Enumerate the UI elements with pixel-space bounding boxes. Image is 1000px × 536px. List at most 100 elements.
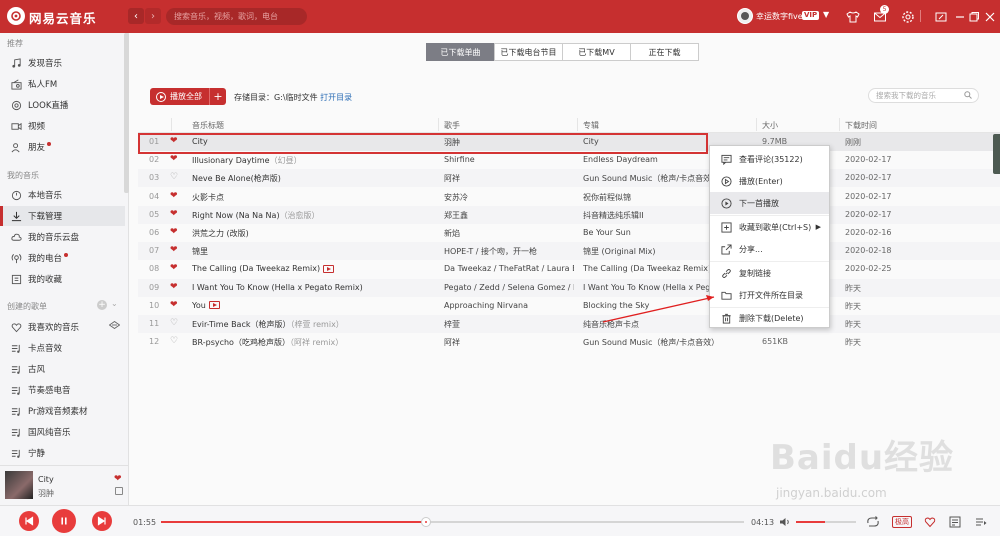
mini-mode-icon[interactable]	[934, 9, 948, 23]
chevron-down-icon[interactable]: ⌄	[111, 299, 118, 308]
heartbeat-icon[interactable]	[924, 516, 936, 528]
previous-button[interactable]	[19, 511, 39, 531]
sidebar-item-playlist[interactable]: 国风纯音乐	[0, 422, 125, 442]
column-header-download-time[interactable]: 下载时间	[845, 120, 877, 131]
artist-cell[interactable]: 羽肿	[444, 137, 574, 148]
artist-cell[interactable]: Shirfine	[444, 155, 574, 164]
sidebar-item-download-manager[interactable]: 下载管理	[0, 206, 125, 226]
menu-item-delete-download[interactable]: 删除下载(Delete)	[710, 307, 829, 329]
menu-item-view-comments[interactable]: 查看评论(35122)	[710, 148, 829, 170]
now-playing-artist[interactable]: 羽肿	[38, 488, 54, 499]
heart-icon[interactable]: ❤	[170, 154, 180, 164]
menu-item-add-to-playlist[interactable]: 收藏到歌单(Ctrl+S) ▶	[710, 216, 829, 238]
heart-icon[interactable]: ❤	[170, 191, 180, 201]
close-icon[interactable]	[983, 9, 997, 23]
heart-icon[interactable]: ❤	[170, 227, 180, 237]
heart-icon[interactable]: ❤	[170, 209, 180, 219]
table-row[interactable]: 03 ♡ Neve Be Alone(枪声版) 阿祥 Gun Sound Music（枪…	[138, 169, 1000, 188]
netease-logo-icon[interactable]	[7, 7, 25, 25]
vip-badge[interactable]: VIP	[802, 11, 820, 20]
menu-item-share[interactable]: 分享...	[710, 238, 829, 260]
table-row[interactable]: 04 ❤ 火影卡点 安苏冷 祝你前程似锦 2020-02-17	[138, 188, 1000, 206]
now-playing-panel[interactable]: City 羽肿 ❤	[0, 465, 129, 505]
avatar[interactable]	[737, 8, 753, 24]
menu-item-copy-link[interactable]: 复制链接	[710, 262, 829, 284]
share-icon[interactable]	[115, 487, 123, 495]
heart-icon[interactable]: ♡	[170, 172, 180, 182]
table-row[interactable]: 12 ♡ BR-psycho（吃鸡枪声版）（阿祥 remix） 阿祥 Gun Sound…	[138, 333, 1000, 351]
artist-cell[interactable]: 梓萱	[444, 319, 574, 330]
artist-cell[interactable]: HOPE-T / 接个吻，开一枪	[444, 246, 574, 257]
heart-icon[interactable]: ❤	[170, 300, 180, 310]
progress-handle[interactable]	[421, 517, 431, 527]
heartbeat-mode-icon[interactable]	[109, 321, 120, 329]
heart-icon[interactable]: ♡	[170, 336, 180, 346]
sidebar-item-playlist[interactable]: 古风	[0, 359, 125, 379]
artist-cell[interactable]: 阿祥	[444, 337, 574, 348]
table-row[interactable]: 11 ♡ Evir-Time Back（枪声版）（梓萱 remix） 梓萱 纯音乐枪声卡…	[138, 315, 1000, 333]
heart-icon[interactable]: ♡	[170, 318, 180, 328]
table-row[interactable]: 06 ❤ 洪荒之力 (改版) 新焰 Be Your Sun 2020-02-16	[138, 224, 1000, 242]
table-row[interactable]: 09 ❤ I Want You To Know (Hella x Pegato Re…	[138, 278, 1000, 297]
tab-downloaded-songs[interactable]: 已下载单曲	[426, 43, 495, 61]
tab-downloaded-radio[interactable]: 已下载电台节目	[494, 43, 563, 61]
tab-downloading[interactable]: 正在下载	[630, 43, 699, 61]
sidebar-item-friends[interactable]: 朋友	[0, 137, 125, 157]
username[interactable]: 幸运数字five	[756, 11, 803, 22]
minimize-icon[interactable]	[953, 9, 967, 23]
loop-icon[interactable]	[866, 516, 880, 528]
column-header-title[interactable]: 音乐标题	[192, 120, 224, 131]
album-cell[interactable]: Gun Sound Music（枪声/卡点音效）	[583, 337, 758, 348]
tab-downloaded-mv[interactable]: 已下载MV	[562, 43, 631, 61]
sidebar-item-fm[interactable]: 私人FM	[0, 74, 125, 94]
back-button[interactable]: ‹	[128, 8, 144, 24]
forward-button[interactable]: ›	[145, 8, 161, 24]
gear-icon[interactable]	[901, 9, 915, 23]
artist-cell[interactable]: 安苏冷	[444, 192, 574, 203]
create-playlist-button[interactable]: +	[97, 300, 107, 310]
column-header-album[interactable]: 专辑	[583, 120, 599, 131]
table-row[interactable]: 07 ❤ 锦里 HOPE-T / 接个吻，开一枪 锦里 (Original Mix) 20…	[138, 242, 1000, 261]
sidebar-item-playlist[interactable]: 节奏感电音	[0, 380, 125, 400]
pause-button[interactable]	[52, 509, 76, 533]
column-header-size[interactable]: 大小	[762, 120, 778, 131]
sidebar-item-playlist[interactable]: Pr游戏音频素材	[0, 401, 125, 421]
sidebar-item-cloud[interactable]: 我的音乐云盘	[0, 227, 125, 247]
sidebar-item-my-radio[interactable]: 我的电台	[0, 248, 125, 268]
artist-cell[interactable]: Da Tweekaz / TheFatRat / Laura Br...	[444, 264, 574, 273]
search-input[interactable]	[166, 8, 307, 25]
table-row[interactable]: 01 ❤ City 羽肿 City 9.7MB 刚刚	[138, 133, 1000, 151]
search-icon[interactable]	[964, 91, 972, 99]
lyrics-icon[interactable]	[949, 516, 961, 528]
artist-cell[interactable]: 阿祥	[444, 173, 574, 184]
open-directory-link[interactable]: 打开目录	[320, 93, 352, 102]
maximize-icon[interactable]	[967, 9, 981, 23]
album-cover[interactable]	[5, 471, 33, 499]
sidebar-item-local-music[interactable]: 本地音乐	[0, 185, 125, 205]
skin-icon[interactable]	[846, 9, 860, 23]
artist-cell[interactable]: Pegato / Zedd / Selena Gomez / Hella	[444, 283, 574, 292]
add-to-queue-button[interactable]: +	[209, 88, 226, 105]
heart-icon[interactable]: ❤	[170, 282, 180, 292]
playlist-queue-icon[interactable]	[975, 516, 987, 528]
heart-icon[interactable]: ❤	[170, 245, 180, 255]
volume-slider[interactable]	[796, 521, 856, 523]
menu-item-open-folder[interactable]: 打开文件所在目录	[710, 284, 829, 306]
table-row[interactable]: 08 ❤ The Calling (Da Tweekaz Remix) Da Twee…	[138, 260, 1000, 278]
mv-icon[interactable]	[323, 264, 335, 273]
progress-bar[interactable]	[161, 517, 744, 527]
sidebar-item-playlist[interactable]: 宁静	[0, 443, 125, 463]
column-header-artist[interactable]: 歌手	[444, 120, 460, 131]
sidebar-item-look-live[interactable]: LOOK直播	[0, 95, 125, 115]
sidebar-item-liked-music[interactable]: 我喜欢的音乐	[0, 317, 125, 337]
chevron-down-icon[interactable]: ▼	[823, 10, 829, 19]
artist-cell[interactable]: 郑王鑫	[444, 210, 574, 221]
heart-icon[interactable]: ❤	[114, 474, 122, 484]
sidebar-item-video[interactable]: 视频	[0, 116, 125, 136]
table-row[interactable]: 02 ❤ Illusionary Daytime（幻昼） Shirfine Endles…	[138, 151, 1000, 169]
menu-item-play[interactable]: 播放(Enter)	[710, 170, 829, 192]
heart-icon[interactable]: ❤	[170, 263, 180, 273]
side-panel-handle[interactable]	[993, 134, 1000, 174]
sidebar-item-discover[interactable]: 发现音乐	[0, 53, 125, 73]
play-all-button[interactable]: 播放全部 +	[150, 88, 226, 105]
